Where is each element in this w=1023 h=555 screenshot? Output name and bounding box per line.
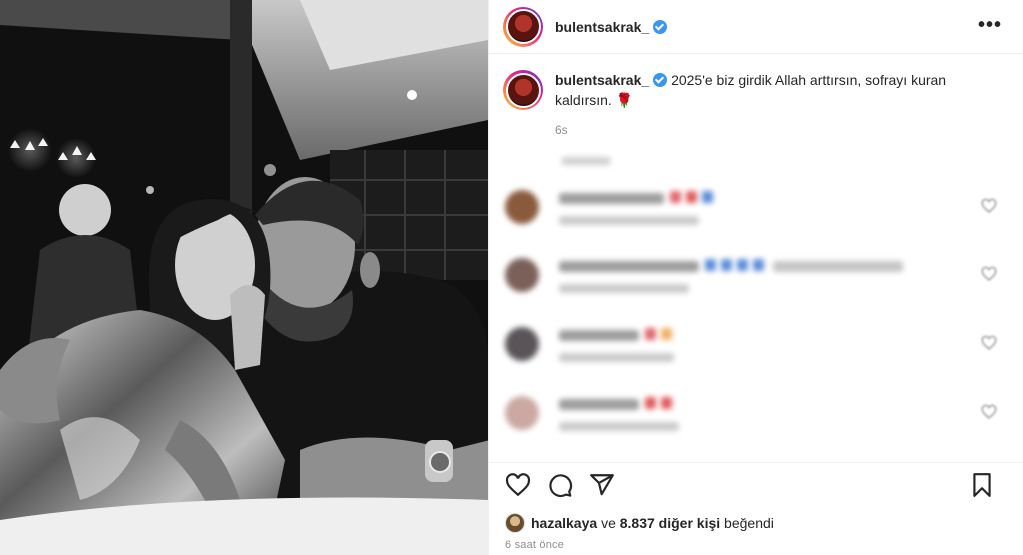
action-bar: [489, 462, 1023, 506]
comment-heart-icon[interactable]: [981, 266, 997, 282]
liker-avatar: [505, 513, 525, 533]
likes-summary[interactable]: hazalkaya ve 8.837 diğer kişi beğendi: [505, 513, 774, 533]
post-header: bulentsakrak_ •••: [489, 0, 1023, 54]
likes-others[interactable]: 8.837 diğer kişi: [620, 515, 720, 531]
comment-emoji: [737, 259, 748, 271]
comment-emoji: [721, 259, 732, 271]
comment-meta-blurred[interactable]: [559, 422, 679, 431]
more-options-icon[interactable]: •••: [978, 14, 1002, 37]
post-side-panel: bulentsakrak_ ••• bulentsakrak_ 2025'e b…: [488, 0, 1023, 555]
comment-meta-blurred[interactable]: [559, 353, 674, 362]
comment-text-blurred: [559, 399, 639, 410]
comment-heart-icon[interactable]: [981, 404, 997, 420]
comment-icon[interactable]: [547, 472, 573, 498]
caption-avatar[interactable]: [503, 70, 543, 110]
share-icon[interactable]: [589, 472, 615, 498]
instagram-post: bulentsakrak_ ••• bulentsakrak_ 2025'e b…: [0, 0, 1023, 555]
comment-text-blurred: [559, 330, 639, 341]
comment-row: [505, 327, 1005, 377]
likes-suffix: beğendi: [724, 515, 774, 531]
post-caption: bulentsakrak_ 2025'e biz girdik Allah ar…: [503, 70, 1003, 140]
comment-emoji: [645, 328, 656, 340]
comment-emoji: [645, 397, 656, 409]
caption-username[interactable]: bulentsakrak_: [555, 72, 649, 88]
caption-time: 6s: [555, 123, 568, 137]
comment-emoji: [702, 191, 713, 203]
couple-photo: [0, 0, 488, 555]
comment-heart-icon[interactable]: [981, 198, 997, 214]
comment-emoji: [661, 328, 672, 340]
commenter-avatar[interactable]: [505, 190, 539, 224]
hidden-replies-link[interactable]: [561, 157, 611, 165]
verified-icon: [653, 73, 668, 87]
comment-emoji: [661, 397, 672, 409]
comment-row: [505, 258, 1005, 308]
verified-icon: [653, 19, 668, 34]
comment-meta-blurred[interactable]: [559, 216, 699, 225]
commenter-avatar[interactable]: [505, 258, 539, 292]
comment-row: [505, 190, 1005, 240]
first-liker[interactable]: hazalkaya: [531, 515, 597, 531]
comment-text-blurred: [559, 261, 699, 272]
post-photo[interactable]: [0, 0, 488, 555]
post-time-ago: 6 saat önce: [505, 539, 565, 551]
comment-text-blurred: [559, 193, 664, 204]
comment-emoji: [670, 191, 681, 203]
comment-row: [505, 396, 1005, 446]
likes-connector: ve: [601, 515, 616, 531]
heart-icon[interactable]: [505, 472, 531, 498]
header-username[interactable]: bulentsakrak_: [555, 19, 649, 35]
commenter-avatar[interactable]: [505, 396, 539, 430]
profile-avatar[interactable]: [503, 6, 543, 47]
comment-emoji: [753, 259, 764, 271]
comment-emoji: [705, 259, 716, 271]
comment-text-blurred: [773, 261, 903, 272]
comment-emoji: [686, 191, 697, 203]
comment-meta-blurred[interactable]: [559, 284, 689, 293]
bookmark-icon[interactable]: [969, 472, 995, 498]
commenter-avatar[interactable]: [505, 327, 539, 361]
comment-heart-icon[interactable]: [981, 335, 997, 351]
